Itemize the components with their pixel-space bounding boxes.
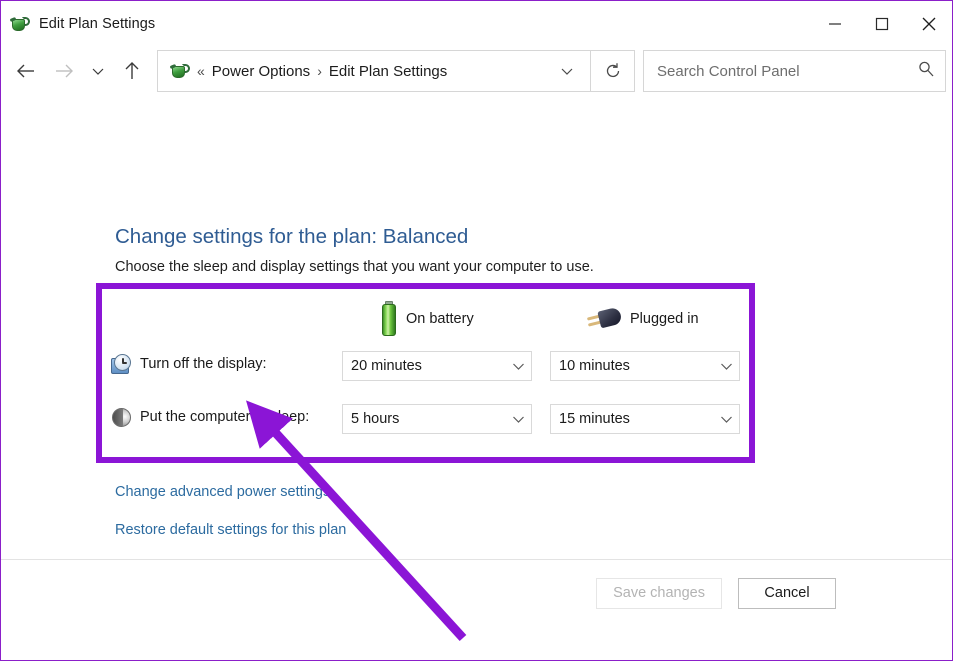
caption-buttons <box>811 1 952 47</box>
breadcrumb-item-edit-plan-settings[interactable]: Edit Plan Settings <box>329 63 447 80</box>
chevron-down-icon[interactable] <box>713 415 739 424</box>
forward-button <box>45 53 83 89</box>
dropdown-value: 15 minutes <box>559 411 713 427</box>
setting-row-turn-off-display: Turn off the display: 20 minutes 10 minu… <box>109 345 745 398</box>
dropdown-value: 10 minutes <box>559 358 713 374</box>
window-title: Edit Plan Settings <box>39 16 155 32</box>
breadcrumb[interactable]: « Power Options › Edit Plan Settings <box>157 50 591 92</box>
dropdown-turn-off-display-plugged-in[interactable]: 10 minutes <box>550 351 740 381</box>
maximize-button[interactable] <box>858 1 905 47</box>
title-bar: Edit Plan Settings <box>1 1 952 47</box>
close-button[interactable] <box>905 1 952 47</box>
page-subtitle: Choose the sleep and display settings th… <box>115 259 594 275</box>
clock-icon <box>111 354 133 376</box>
column-header-on-battery: On battery <box>380 299 474 339</box>
column-header-label: Plugged in <box>630 311 699 327</box>
dropdown-value: 20 minutes <box>351 358 505 374</box>
chevron-down-icon[interactable] <box>713 362 739 371</box>
edit-plan-settings-window: Edit Plan Settings <box>0 0 953 661</box>
plug-icon <box>587 306 621 332</box>
column-header-plugged-in: Plugged in <box>587 299 699 339</box>
battery-icon <box>380 301 397 337</box>
footer-actions: Save changes Cancel <box>1 560 952 626</box>
minimize-button[interactable] <box>811 1 858 47</box>
dropdown-sleep-plugged-in[interactable]: 15 minutes <box>550 404 740 434</box>
cancel-button[interactable]: Cancel <box>738 578 836 609</box>
column-headers: On battery Plugged in <box>109 293 745 345</box>
dropdown-sleep-on-battery[interactable]: 5 hours <box>342 404 532 434</box>
dropdown-turn-off-display-on-battery[interactable]: 20 minutes <box>342 351 532 381</box>
power-options-icon <box>170 61 190 81</box>
power-settings-grid: On battery Plugged in Turn off the displ… <box>109 293 745 451</box>
setting-label: Turn off the display: <box>140 356 267 372</box>
search-input[interactable]: Search Control Panel <box>657 63 917 80</box>
column-header-label: On battery <box>406 311 474 327</box>
link-change-advanced-power-settings[interactable]: Change advanced power settings <box>115 484 330 500</box>
sleep-icon <box>111 407 133 429</box>
search-icon[interactable] <box>917 60 935 83</box>
breadcrumb-overflow[interactable]: « <box>190 63 212 79</box>
page-title: Change settings for the plan: Balanced <box>115 225 468 249</box>
breadcrumb-separator: › <box>310 63 329 79</box>
breadcrumb-item-power-options[interactable]: Power Options <box>212 63 310 80</box>
title-bar-left: Edit Plan Settings <box>1 14 155 34</box>
dropdown-value: 5 hours <box>351 411 505 427</box>
refresh-button[interactable] <box>591 50 635 92</box>
address-bar: « Power Options › Edit Plan Settings Sea… <box>1 47 952 95</box>
chevron-down-icon[interactable] <box>550 66 590 76</box>
recent-locations-button[interactable] <box>83 53 113 89</box>
chevron-down-icon[interactable] <box>505 415 531 424</box>
back-button[interactable] <box>7 53 45 89</box>
setting-label: Put the computer to sleep: <box>140 409 309 425</box>
link-restore-default-settings[interactable]: Restore default settings for this plan <box>115 522 346 538</box>
search-box[interactable]: Search Control Panel <box>643 50 946 92</box>
setting-row-put-computer-to-sleep: Put the computer to sleep: 5 hours 15 mi… <box>109 398 745 451</box>
up-button[interactable] <box>113 53 151 89</box>
save-changes-button[interactable]: Save changes <box>596 578 722 609</box>
power-options-icon <box>10 14 30 34</box>
chevron-down-icon[interactable] <box>505 362 531 371</box>
